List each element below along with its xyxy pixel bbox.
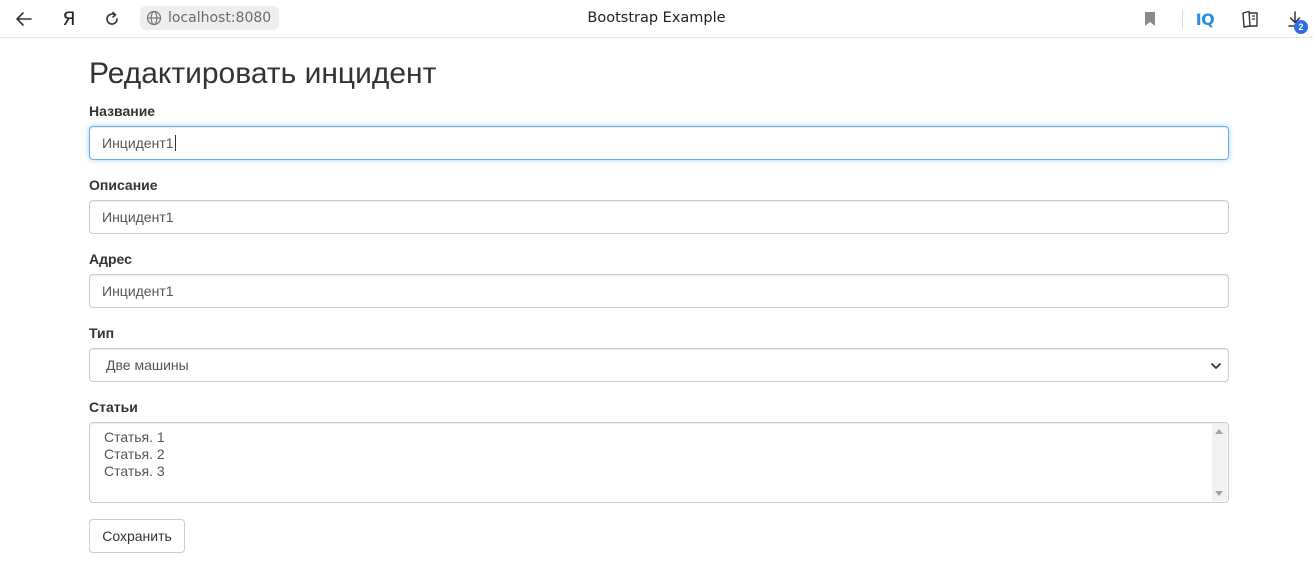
name-input[interactable]: Инцидент1 bbox=[89, 126, 1229, 160]
text-caret bbox=[174, 135, 176, 151]
type-select-value: Две машины bbox=[106, 357, 189, 373]
iq-button[interactable]: IQ bbox=[1190, 4, 1220, 34]
iq-icon: IQ bbox=[1195, 9, 1215, 29]
back-button[interactable] bbox=[9, 4, 39, 34]
reload-button[interactable] bbox=[97, 4, 127, 34]
article-line: Статья. 1 bbox=[104, 429, 165, 445]
globe-icon bbox=[146, 10, 162, 26]
textarea-scrollbar[interactable] bbox=[1212, 424, 1227, 501]
chevron-down-icon bbox=[1211, 363, 1221, 369]
article-line: Статья. 3 bbox=[104, 463, 165, 479]
articles-label: Статьи bbox=[89, 399, 138, 415]
page-title: Редактировать инцидент bbox=[89, 57, 437, 90]
address-bar[interactable]: localhost:8080 bbox=[140, 6, 280, 30]
description-input-value: Инцидент1 bbox=[102, 209, 174, 225]
downloads-count-badge: 2 bbox=[1294, 20, 1308, 34]
name-input-value: Инцидент1 bbox=[102, 135, 174, 151]
back-arrow-icon bbox=[16, 12, 32, 26]
address-input-value: Инцидент1 bbox=[102, 283, 174, 299]
bookmark-icon bbox=[1145, 12, 1155, 26]
reload-icon bbox=[106, 11, 118, 25]
yandex-button[interactable]: Я bbox=[54, 4, 84, 34]
description-input[interactable]: Инцидент1 bbox=[89, 200, 1229, 234]
tab-title: Bootstrap Example bbox=[587, 10, 726, 26]
collections-button[interactable] bbox=[1235, 4, 1265, 34]
type-label: Тип bbox=[89, 325, 115, 341]
toolbar-divider bbox=[1182, 9, 1183, 29]
description-label: Описание bbox=[89, 177, 158, 193]
yandex-icon: Я bbox=[62, 8, 76, 30]
browser-toolbar: Я localhost:8080 Bootstrap Example IQ 2 bbox=[0, 0, 1313, 38]
address-text: localhost:8080 bbox=[168, 10, 272, 26]
type-select[interactable]: Две машины bbox=[89, 348, 1229, 382]
name-label: Название bbox=[89, 103, 156, 119]
address-input[interactable]: Инцидент1 bbox=[89, 274, 1229, 308]
scroll-down-arrow-icon[interactable] bbox=[1215, 491, 1223, 496]
articles-textarea[interactable]: Статья. 1 Статья. 2 Статья. 3 bbox=[89, 422, 1229, 503]
save-button[interactable]: Сохранить bbox=[89, 519, 185, 553]
article-line: Статья. 2 bbox=[104, 446, 165, 462]
bookmark-button[interactable] bbox=[1135, 4, 1165, 34]
collections-icon bbox=[1242, 10, 1258, 28]
address-label: Адрес bbox=[89, 251, 132, 267]
scroll-up-arrow-icon[interactable] bbox=[1215, 429, 1223, 434]
